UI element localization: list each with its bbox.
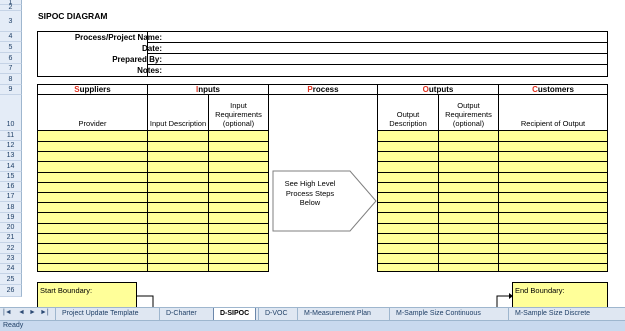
row-header[interactable]: 26 [0,285,22,297]
grid-line [37,161,269,162]
first-sheet-button[interactable]: |◄ [3,309,12,316]
sheet-title: SIPOC DIAGRAM [38,11,108,21]
row-header[interactable]: 19 [0,213,22,223]
row-header[interactable]: 5 [0,42,22,53]
input-description-header: Input Description [147,95,209,131]
prepared-by-field[interactable] [148,64,608,65]
start-boundary-connector [136,295,154,307]
grid-line [37,263,269,264]
start-boundary-box[interactable]: Start Boundary: [37,282,137,307]
prepared-by-label: Prepared By: [112,55,162,64]
row-header[interactable]: 7 [0,64,22,74]
end-boundary-connector [496,293,513,307]
prev-sheet-button[interactable]: ◄ [18,309,25,316]
row-header[interactable]: 21 [0,233,22,243]
project-name-label: Process/Project Name: [74,33,162,42]
grid-line [37,172,269,173]
tab-d-sipoc[interactable]: D-SIPOC [213,308,257,320]
grid-line [377,192,608,193]
grid-line [377,182,608,183]
input-requirements-header: Input Requirements (optional) [208,95,269,131]
grid-line [37,151,269,152]
row-header[interactable]: 11 [0,131,22,141]
provider-header: Provider [37,95,148,131]
row-header[interactable]: 3 [0,11,22,32]
suppliers-header: Suppliers [37,84,148,95]
grid-line [37,223,269,224]
grid-line [377,202,608,203]
row-header[interactable]: 14 [0,161,22,172]
row-header[interactable]: 18 [0,202,22,213]
grid-line [37,212,269,213]
row-header[interactable]: 13 [0,151,22,161]
next-sheet-button[interactable]: ► [29,309,36,316]
tab-d-charter[interactable]: D-Charter [159,308,203,320]
grid-line [377,243,608,244]
row-header[interactable]: 25 [0,274,22,285]
grid-line [377,141,608,142]
row-header[interactable]: 10 [0,95,22,131]
row-header[interactable]: 6 [0,53,22,64]
recipient-header: Recipient of Output [498,95,608,131]
row-header[interactable]: 22 [0,243,22,254]
process-header: Process [268,84,378,95]
worksheet[interactable]: 1 2 3 4 5 6 7 8 9 10 11 12 13 14 15 16 17 18 19 20 21 22 23 24 2… [0,0,625,307]
grid-line [37,182,269,183]
grid-line [377,212,608,213]
inputs-header: Inputs [147,84,269,95]
process-arrow-text: See High Level Process Steps Below [284,179,336,207]
grid-line [37,192,269,193]
row-header[interactable]: 23 [0,254,22,264]
grid-line [377,172,608,173]
grid-line [377,223,608,224]
sheet-tab-bar: |◄ ◄ ► ►| Project Update Template D-Char… [0,307,625,320]
tab-d-voc[interactable]: D-VOC [258,308,294,320]
tab-project-update-template[interactable]: Project Update Template [55,308,145,320]
date-label: Date: [141,44,162,53]
output-requirements-header: Output Requirements (optional) [438,95,499,131]
outputs-header: Outputs [377,84,499,95]
row-header[interactable]: 8 [0,74,22,85]
grid-line [377,233,608,234]
grid-line [377,253,608,254]
grid-line [377,151,608,152]
customers-header: Customers [498,84,608,95]
output-description-header: Output Description [377,95,439,131]
tab-m-sample-size-discrete[interactable]: M-Sample Size Discrete [508,308,596,320]
row-header[interactable]: 12 [0,141,22,151]
status-bar: Ready [0,320,625,331]
row-header[interactable]: 9 [0,85,22,95]
grid-line [377,263,608,264]
project-name-field[interactable] [148,42,608,43]
row-header[interactable]: 17 [0,192,22,202]
row-header[interactable]: 15 [0,172,22,182]
notes-label: Notes: [137,66,162,75]
row-header[interactable]: 16 [0,182,22,192]
date-field[interactable] [148,53,608,54]
grid-line [37,141,269,142]
row-header[interactable]: 4 [0,32,22,42]
last-sheet-button[interactable]: ►| [40,309,49,316]
grid-line [37,233,269,234]
end-boundary-box[interactable]: End Boundary: [512,282,608,307]
grid-line [377,161,608,162]
grid-line [37,253,269,254]
tab-m-sample-size-continuous[interactable]: M-Sample Size Continuous [389,308,487,320]
grid-line [37,243,269,244]
row-header[interactable]: 24 [0,264,22,274]
tab-m-measurement-plan[interactable]: M-Measurement Plan [297,308,377,320]
grid-line [37,202,269,203]
row-header[interactable]: 20 [0,223,22,233]
